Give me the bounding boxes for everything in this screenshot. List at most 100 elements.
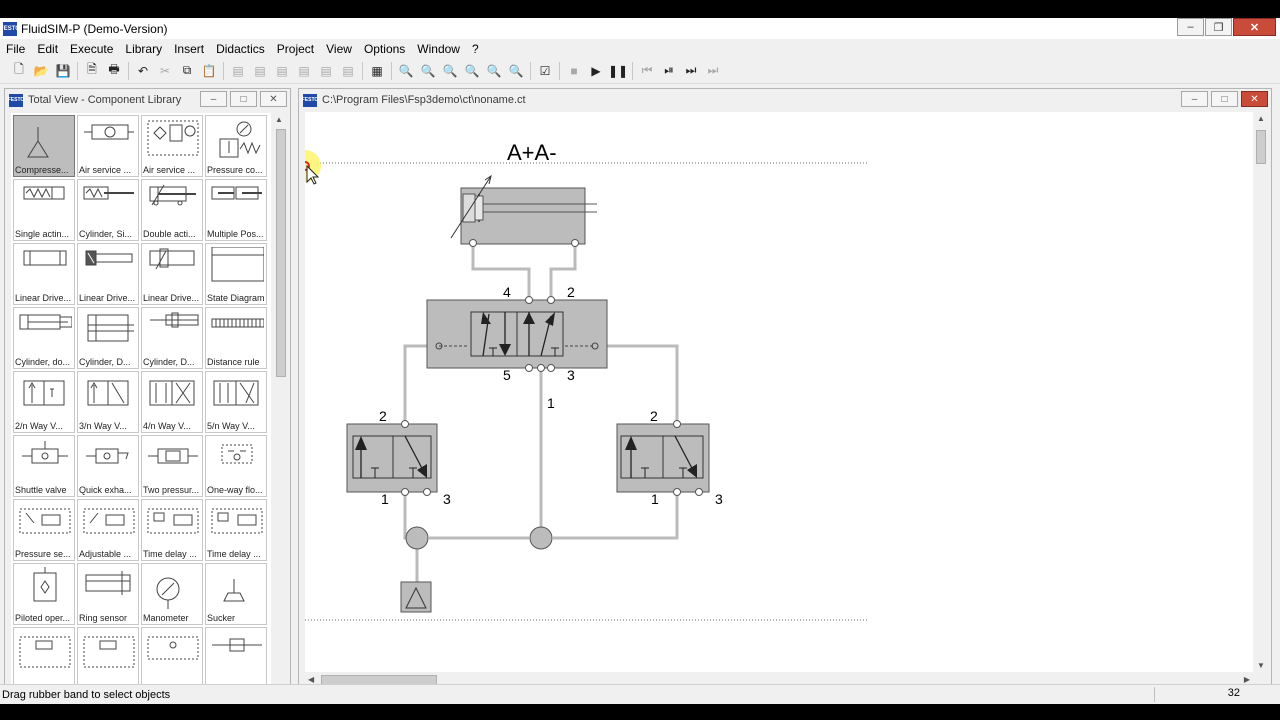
compressed-air-supply[interactable] [400, 581, 432, 613]
library-item-4n-way-valve[interactable]: 4/n Way V... [141, 371, 203, 433]
circuit-maximize-button[interactable]: □ [1211, 91, 1238, 107]
library-item-linear-drive-3[interactable]: Linear Drive... [141, 243, 203, 305]
align-left-icon[interactable]: ▤ [227, 60, 249, 82]
print-preview-icon[interactable]: 🗎 [81, 60, 103, 82]
scroll-left-arrow-icon[interactable]: ◀ [308, 675, 314, 684]
library-item-pressure-sequence[interactable]: Pressure se... [13, 499, 75, 561]
library-maximize-button[interactable]: □ [230, 91, 257, 107]
menu-window[interactable]: Window [411, 42, 466, 56]
scroll-up-arrow-icon[interactable]: ▲ [1257, 114, 1265, 123]
library-item-valve-partial-3[interactable] [141, 627, 203, 689]
library-item-cylinder-double-1[interactable]: Cylinder, do... [13, 307, 75, 369]
cut-icon[interactable]: ✂ [154, 60, 176, 82]
library-close-button[interactable]: ✕ [260, 91, 287, 107]
library-item-linear-drive-2[interactable]: Linear Drive... [77, 243, 139, 305]
zoom-window-icon[interactable]: 🔍 [417, 60, 439, 82]
grid-icon[interactable]: ▦ [366, 60, 388, 82]
library-item-single-acting-cylinder[interactable]: Single actin... [13, 179, 75, 241]
library-item-pressure-control[interactable]: Pressure co... [205, 115, 267, 177]
library-item-one-way-flow-control[interactable]: One-way flo... [205, 435, 267, 497]
pause-icon[interactable]: ❚❚ [607, 60, 629, 82]
library-item-piloted-operated[interactable]: Piloted oper... [13, 563, 75, 625]
zoom-fit-icon[interactable]: 🔍 [395, 60, 417, 82]
print-icon[interactable]: 🖶 [103, 60, 125, 82]
menu-library[interactable]: Library [119, 42, 168, 56]
menu-project[interactable]: Project [271, 42, 320, 56]
open-folder-icon[interactable]: 📂 [30, 60, 52, 82]
undo-icon[interactable]: ↶ [132, 60, 154, 82]
double-acting-cylinder[interactable] [450, 174, 597, 247]
circuit-minimize-button[interactable]: – [1181, 91, 1208, 107]
align-right-icon[interactable]: ▤ [271, 60, 293, 82]
library-item-valve-partial-2[interactable] [77, 627, 139, 689]
menu-insert[interactable]: Insert [168, 42, 210, 56]
library-item-cylinder-double-2[interactable]: Cylinder, D... [77, 307, 139, 369]
menu-edit[interactable]: Edit [31, 42, 64, 56]
reset-icon[interactable]: ⏮ [636, 60, 658, 82]
menu-didactics[interactable]: Didactics [210, 42, 271, 56]
align-middle-icon[interactable]: ▤ [315, 60, 337, 82]
scroll-up-arrow-icon[interactable]: ▲ [275, 115, 283, 124]
fast-forward-icon[interactable]: ⏭ [702, 60, 724, 82]
check-drawing-icon[interactable]: ☑ [534, 60, 556, 82]
library-item-multiple-position-cylinder[interactable]: Multiple Pos... [205, 179, 267, 241]
right-3-2-way-valve[interactable] [616, 420, 710, 496]
library-item-compressor[interactable]: Compresse... [13, 115, 75, 177]
circuit-vertical-scrollbar[interactable]: ▲ ▼ [1253, 112, 1270, 672]
menu-help[interactable]: ? [466, 42, 485, 56]
library-item-5n-way-valve[interactable]: 5/n Way V... [205, 371, 267, 433]
library-item-sucker[interactable]: Sucker [205, 563, 267, 625]
zoom-objects-icon[interactable]: 🔍 [439, 60, 461, 82]
library-item-valve-partial-1[interactable] [13, 627, 75, 689]
step-to-end-icon[interactable]: ⏭ [680, 60, 702, 82]
circuit-close-button[interactable]: ✕ [1241, 91, 1268, 107]
library-item-cylinder-double-3[interactable]: Cylinder, D... [141, 307, 203, 369]
new-file-icon[interactable]: 🗋 [8, 60, 30, 82]
library-item-2n-way-valve[interactable]: 2/n Way V... [13, 371, 75, 433]
maximize-button[interactable]: ❐ [1205, 18, 1232, 36]
library-item-linear-drive-1[interactable]: Linear Drive... [13, 243, 75, 305]
menu-file[interactable]: File [0, 42, 31, 56]
circuit-canvas[interactable]: A+A- 4 2 5 3 1 2 1 3 2 1 3 [305, 112, 1253, 672]
stop-icon[interactable]: ■ [563, 60, 585, 82]
scroll-down-arrow-icon[interactable]: ▼ [1257, 661, 1265, 670]
close-button[interactable]: ✕ [1233, 18, 1276, 36]
library-item-adjustable[interactable]: Adjustable ... [77, 499, 139, 561]
library-item-ring-sensor[interactable]: Ring sensor [77, 563, 139, 625]
library-item-air-service-2[interactable]: Air service ... [141, 115, 203, 177]
library-item-double-acting-cylinder[interactable]: Double acti... [141, 179, 203, 241]
minimize-button[interactable]: – [1177, 18, 1204, 36]
library-item-cylinder-single[interactable]: Cylinder, Si... [77, 179, 139, 241]
tube-junction[interactable] [529, 526, 553, 550]
library-item-3n-way-valve[interactable]: 3/n Way V... [77, 371, 139, 433]
library-minimize-button[interactable]: – [200, 91, 227, 107]
main-5-2-way-valve[interactable] [426, 296, 608, 372]
single-step-icon[interactable]: ⏯ [658, 60, 680, 82]
align-center-icon[interactable]: ▤ [249, 60, 271, 82]
library-item-air-service-1[interactable]: Air service ... [77, 115, 139, 177]
zoom-last-icon[interactable]: 🔍 [461, 60, 483, 82]
play-icon[interactable]: ▶ [585, 60, 607, 82]
menu-options[interactable]: Options [358, 42, 411, 56]
scroll-right-arrow-icon[interactable]: ▶ [1244, 675, 1250, 684]
zoom-out-icon[interactable]: 🔍 [505, 60, 527, 82]
library-item-two-pressure-valve[interactable]: Two pressur... [141, 435, 203, 497]
library-item-valve-partial-4[interactable] [205, 627, 267, 689]
left-3-2-way-valve[interactable] [346, 420, 438, 496]
library-item-manometer[interactable]: Manometer [141, 563, 203, 625]
library-item-time-delay-2[interactable]: Time delay ... [205, 499, 267, 561]
library-vertical-scrollbar[interactable]: ▲ ▼ [273, 113, 289, 697]
menu-view[interactable]: View [320, 42, 358, 56]
library-item-distance-rule[interactable]: Distance rule [205, 307, 267, 369]
library-item-quick-exhaust[interactable]: Quick exha... [77, 435, 139, 497]
tube-junction[interactable] [405, 526, 429, 550]
library-item-time-delay-1[interactable]: Time delay ... [141, 499, 203, 561]
library-scroll-thumb[interactable] [276, 129, 286, 377]
paste-icon[interactable]: 📋 [198, 60, 220, 82]
copy-icon[interactable]: ⧉ [176, 60, 198, 82]
circuit-vscroll-thumb[interactable] [1256, 130, 1266, 164]
save-icon[interactable]: 💾 [52, 60, 74, 82]
menu-execute[interactable]: Execute [64, 42, 119, 56]
align-top-icon[interactable]: ▤ [293, 60, 315, 82]
zoom-in-icon[interactable]: 🔍 [483, 60, 505, 82]
